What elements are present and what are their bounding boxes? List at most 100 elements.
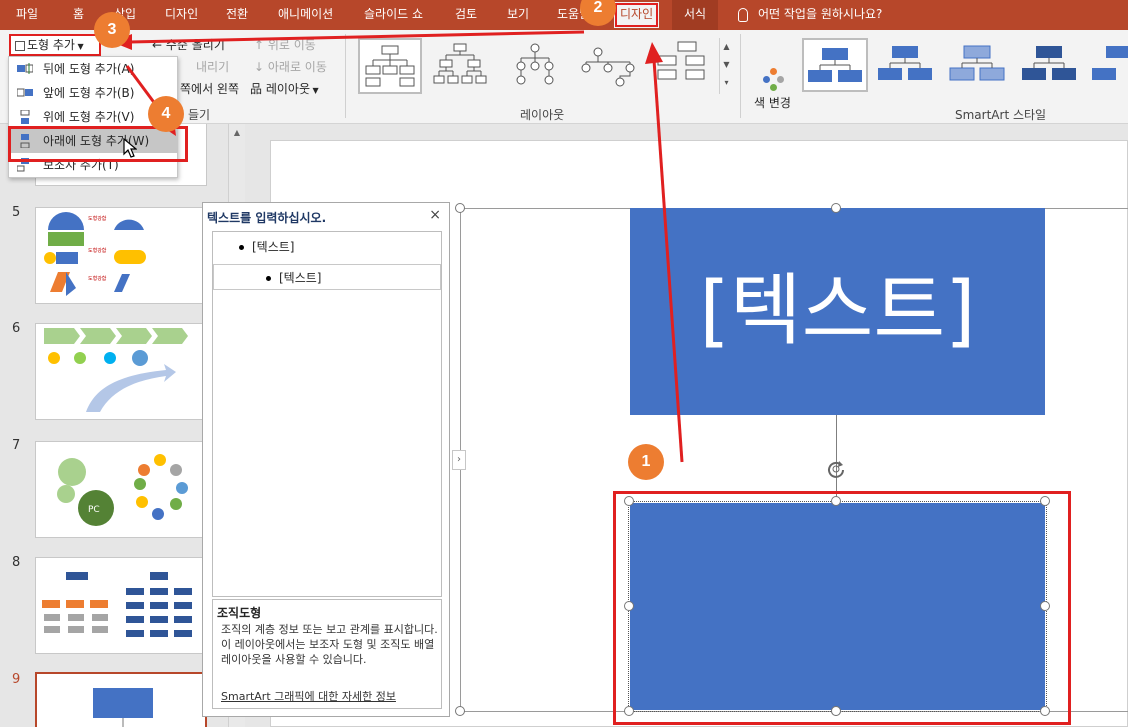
slide-thumbnail-8[interactable]: [35, 557, 207, 654]
chevron-down-icon: ▼: [74, 42, 84, 51]
smartart-styles-group-label: SmartArt 스타일: [955, 108, 1047, 122]
promote-button[interactable]: ← 수준 올리기: [152, 36, 225, 53]
layout-gallery-scroll[interactable]: ▲ ▼ ▾: [719, 38, 733, 94]
slide-thumbnail-6[interactable]: [35, 323, 207, 420]
slide-thumbnail-5[interactable]: 도형강함 도형강함 도형강함: [35, 207, 207, 304]
connector-line: [836, 415, 837, 501]
add-shape-after-item[interactable]: 뒤에 도형 추가(A): [9, 57, 177, 81]
svg-text:도형강함: 도형강함: [88, 215, 107, 222]
slide-number: 7: [12, 438, 21, 453]
layout-description-body: 조직의 계층 정보 또는 보고 관계를 표시합니다. 이 레이아웃에서는 보조자…: [221, 623, 438, 666]
bullet-icon: [239, 245, 244, 250]
step-callout-1: 1: [628, 444, 664, 480]
more-icon[interactable]: ▾: [720, 74, 733, 92]
demote-button[interactable]: 내리기: [196, 58, 229, 75]
svg-text:도형강함: 도형강함: [88, 247, 107, 254]
tell-me-label: 어떤 작업을 원하시나요?: [758, 7, 883, 21]
style-thumb-moderate[interactable]: [1018, 38, 1084, 92]
layout-thumb-name-title[interactable]: [505, 38, 569, 94]
layout-description-title: 조직도형: [217, 606, 262, 620]
create-graphic-group-label: 들기: [188, 108, 211, 122]
mouse-cursor-icon: [123, 138, 137, 158]
list-item[interactable]: [텍스트]: [213, 264, 441, 290]
chevron-right-icon[interactable]: ›: [452, 450, 466, 470]
tell-me-search[interactable]: 어떤 작업을 원하시나요?: [738, 0, 882, 30]
text-pane-title: 텍스트를 입력하십시오.: [207, 211, 327, 225]
layouts-group-label: 레이아웃: [520, 108, 565, 122]
smartart-text-pane: 텍스트를 입력하십시오. × [텍스트] [텍스트] 조직도형 조직의 계층 정…: [202, 202, 450, 717]
ribbon-tab-bar: 파일 홈 삽입 디자인 전환 애니메이션 슬라이드 쇼 검토 보기 도움말 디자…: [0, 0, 1128, 30]
resize-handle[interactable]: [455, 706, 465, 716]
color-palette-icon: [760, 68, 790, 94]
smartart-info-link[interactable]: SmartArt 그래픽에 대한 자세한 정보: [221, 688, 396, 704]
style-thumb-subtle[interactable]: [946, 38, 1012, 92]
resize-handle[interactable]: [455, 203, 465, 213]
menu-item-label: 앞에 도형 추가(B): [43, 86, 135, 100]
slide-number: 6: [12, 321, 21, 336]
tab-animations[interactable]: 애니메이션: [278, 0, 333, 30]
step-callout-4: 4: [148, 96, 184, 132]
list-item[interactable]: [텍스트]: [213, 234, 441, 260]
change-colors-button[interactable]: 색 변경: [754, 68, 791, 111]
group-separator: [740, 34, 741, 118]
add-shape-label: 도형 추가: [27, 38, 75, 52]
list-item-text[interactable]: [텍스트]: [252, 240, 294, 254]
tab-design[interactable]: 디자인: [165, 0, 198, 30]
tab-smartart-design[interactable]: 디자인: [614, 2, 660, 28]
menu-item-label: 위에 도형 추가(V): [43, 110, 135, 124]
right-to-left-button[interactable]: 쪽에서 왼쪽: [180, 80, 239, 97]
slide-number: 8: [12, 555, 21, 570]
group-separator: [345, 34, 346, 118]
text-pane-list[interactable]: [텍스트] [텍스트]: [212, 231, 442, 597]
slide-number: 5: [12, 205, 21, 220]
add-shape-button[interactable]: 도형 추가 ▼: [9, 34, 101, 56]
tab-home[interactable]: 홈: [73, 0, 84, 30]
arrow-down-icon: ↓: [254, 60, 268, 74]
chevron-down-icon[interactable]: ▼: [720, 56, 733, 74]
add-after-icon: [17, 63, 33, 74]
tab-review[interactable]: 검토: [455, 0, 477, 30]
tab-view[interactable]: 보기: [507, 0, 529, 30]
list-item-text[interactable]: [텍스트]: [279, 271, 321, 285]
style-thumb-white[interactable]: [874, 38, 940, 92]
lightbulb-icon: [738, 7, 748, 22]
slide-thumbnail-7[interactable]: PC: [35, 441, 207, 538]
svg-text:PC: PC: [88, 505, 100, 515]
rotate-handle-icon[interactable]: [826, 459, 846, 479]
slide-thumbnail-9[interactable]: [35, 672, 207, 727]
step-callout-3: 3: [94, 12, 130, 48]
tab-slideshow[interactable]: 슬라이드 쇼: [364, 0, 423, 30]
layout-thumb-hierarchy[interactable]: [430, 38, 494, 94]
chevron-up-icon[interactable]: ▲: [232, 128, 242, 138]
slide-number: 9: [12, 672, 21, 687]
menu-item-label: 뒤에 도형 추가(A): [43, 62, 135, 76]
chevron-up-icon[interactable]: ▲: [720, 38, 733, 56]
tab-file[interactable]: 파일: [16, 0, 38, 30]
move-down-button[interactable]: ↓ 아래로 이동: [254, 58, 327, 75]
arrow-up-icon: ↑: [254, 38, 268, 52]
layout-thumb-org-chart[interactable]: [358, 38, 422, 94]
resize-handle[interactable]: [831, 203, 841, 213]
layout-thumb-circle[interactable]: [578, 38, 642, 94]
layout-thumb-table-hierarchy[interactable]: [650, 38, 716, 94]
change-colors-label: 색 변경: [754, 96, 791, 110]
close-icon[interactable]: ×: [429, 207, 441, 223]
add-before-icon: [17, 88, 33, 97]
style-thumb-simple[interactable]: [802, 38, 868, 92]
bullet-icon: [266, 276, 271, 281]
highlight-new-shape: [613, 491, 1071, 725]
arrow-left-icon: ←: [152, 38, 166, 52]
tab-transitions[interactable]: 전환: [226, 0, 248, 30]
svg-text:도형강함: 도형강함: [88, 275, 107, 282]
style-thumb-intense[interactable]: [1088, 38, 1128, 92]
layout-button[interactable]: 品 레이아웃 ▼: [250, 80, 319, 97]
chevron-down-icon: ▼: [310, 86, 319, 95]
smartart-top-text[interactable]: [텍스트]: [630, 208, 1045, 415]
shape-icon: [15, 40, 25, 51]
smartart-top-shape[interactable]: [텍스트]: [630, 208, 1045, 415]
org-chart-icon: 品: [250, 82, 266, 96]
tab-format[interactable]: 서식: [672, 0, 719, 30]
add-above-icon: [20, 110, 30, 124]
move-up-button[interactable]: ↑ 위로 이동: [254, 36, 316, 53]
layout-description: 조직도형 조직의 계층 정보 또는 보고 관계를 표시합니다. 이 레이아웃에서…: [212, 599, 442, 709]
